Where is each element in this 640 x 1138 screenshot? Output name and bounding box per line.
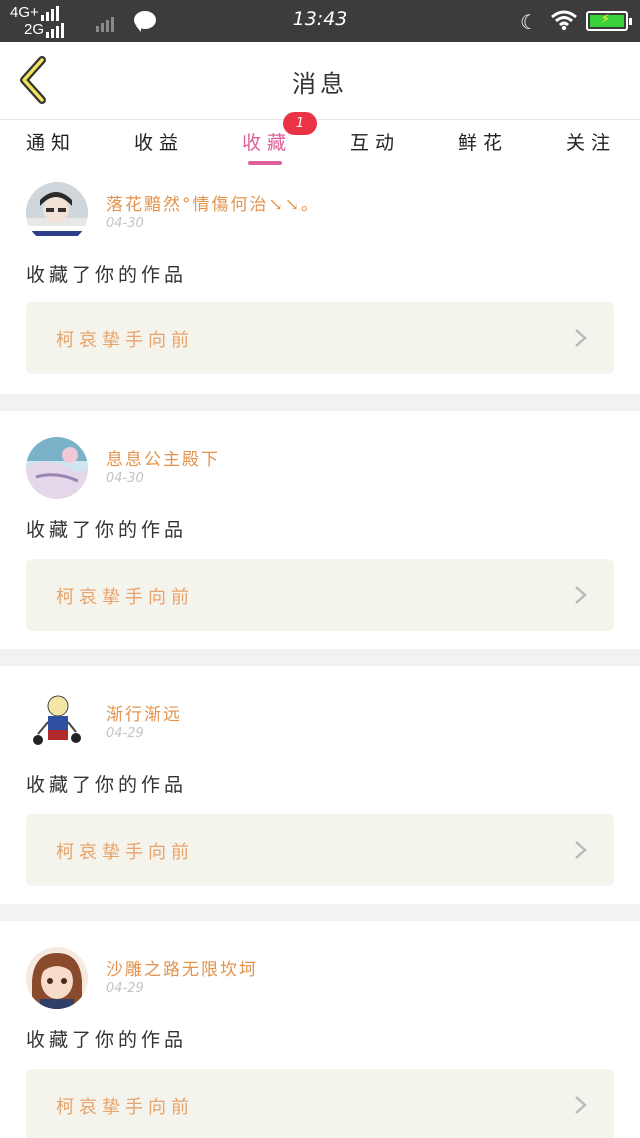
chevron-left-icon[interactable] xyxy=(14,56,54,104)
work-link[interactable]: 柯哀挚手向前 xyxy=(26,814,614,886)
network-4g-label: 4G+ xyxy=(10,4,39,21)
message-card: 渐行渐远 04-29 收藏了你的作品 柯哀挚手向前 xyxy=(0,666,640,904)
status-bar: 4G+ 2G 13:43 ☾ ⚡ xyxy=(0,0,640,42)
divider xyxy=(0,394,640,411)
unread-badge: 1 xyxy=(283,112,317,135)
chat-notification-icon xyxy=(134,11,156,32)
do-not-disturb-moon-icon: ☾ xyxy=(520,10,538,34)
page-title: 消息 xyxy=(292,70,348,98)
work-title: 柯哀挚手向前 xyxy=(56,330,194,351)
tab-interactions[interactable]: 互动 xyxy=(330,128,420,155)
battery-icon: ⚡ xyxy=(586,11,632,31)
chevron-right-icon xyxy=(575,841,587,859)
divider xyxy=(0,904,640,921)
avatar[interactable] xyxy=(26,437,88,499)
action-text: 收藏了你的作品 xyxy=(26,519,188,541)
tab-earnings[interactable]: 收益 xyxy=(114,128,204,155)
tab-notifications[interactable]: 通知 xyxy=(6,128,96,155)
work-link[interactable]: 柯哀挚手向前 xyxy=(26,302,614,374)
username[interactable]: 落花黯然°情傷何治↘↘。 xyxy=(106,190,320,215)
work-title: 柯哀挚手向前 xyxy=(56,587,194,608)
header-bar: 消息 xyxy=(0,42,640,120)
work-title: 柯哀挚手向前 xyxy=(56,1097,194,1118)
action-text: 收藏了你的作品 xyxy=(26,774,188,796)
chevron-right-icon xyxy=(575,329,587,347)
network-2g-label: 2G xyxy=(24,21,45,38)
signal-inactive-icon xyxy=(96,13,116,32)
network-indicator: 4G+ 2G xyxy=(10,4,66,38)
message-date: 04-29 xyxy=(106,726,144,741)
wifi-icon xyxy=(551,10,577,31)
username[interactable]: 沙雕之路无限坎坷 xyxy=(106,955,258,980)
message-card: 落花黯然°情傷何治↘↘。 04-30 收藏了你的作品 柯哀挚手向前 xyxy=(0,172,640,410)
message-card: 息息公主殿下 04-30 收藏了你的作品 柯哀挚手向前 xyxy=(0,411,640,649)
avatar[interactable] xyxy=(26,947,88,1009)
chevron-right-icon xyxy=(575,586,587,604)
action-text: 收藏了你的作品 xyxy=(26,264,188,286)
work-title: 柯哀挚手向前 xyxy=(56,842,194,863)
avatar[interactable] xyxy=(26,692,88,754)
active-tab-indicator xyxy=(248,161,282,165)
message-date: 04-30 xyxy=(106,471,144,486)
message-date: 04-29 xyxy=(106,981,144,996)
username[interactable]: 渐行渐远 xyxy=(106,700,182,725)
work-link[interactable]: 柯哀挚手向前 xyxy=(26,1069,614,1138)
clock: 13:43 xyxy=(292,8,348,30)
message-card: 沙雕之路无限坎坷 04-29 收藏了你的作品 柯哀挚手向前 xyxy=(0,921,640,1138)
message-date: 04-30 xyxy=(106,216,144,231)
avatar[interactable] xyxy=(26,182,88,244)
tab-bar: 通知 收益 收藏 互动 鲜花 关注 xyxy=(0,120,640,172)
work-link[interactable]: 柯哀挚手向前 xyxy=(26,559,614,631)
signal-icon xyxy=(40,4,61,21)
username[interactable]: 息息公主殿下 xyxy=(106,445,220,470)
action-text: 收藏了你的作品 xyxy=(26,1029,188,1051)
divider xyxy=(0,649,640,666)
chevron-right-icon xyxy=(575,1096,587,1114)
tab-follows[interactable]: 关注 xyxy=(546,128,636,155)
tab-flowers[interactable]: 鲜花 xyxy=(438,128,528,155)
signal-icon-secondary xyxy=(46,21,66,38)
